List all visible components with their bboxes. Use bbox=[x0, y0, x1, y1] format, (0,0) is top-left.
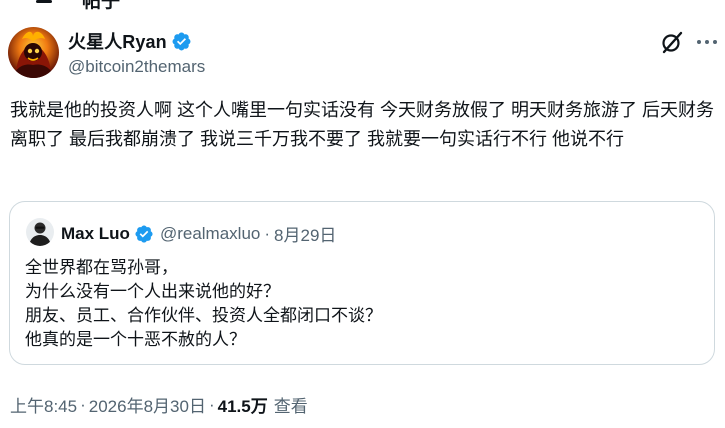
meta-separator: · bbox=[208, 394, 215, 414]
page-header: 帖子 bbox=[0, 0, 725, 12]
quote-text-line: 他真的是一个十恶不赦的人？ bbox=[25, 330, 246, 349]
quote-separator: · bbox=[264, 223, 271, 243]
views-label: 查看 bbox=[273, 397, 308, 416]
tweet-time[interactable]: 上午8:45 bbox=[10, 392, 77, 417]
quote-verified-badge-icon bbox=[134, 224, 154, 244]
page-title: 帖子 bbox=[82, 0, 121, 12]
quote-text-line: 为什么没有一个人出来说他的好？ bbox=[25, 282, 280, 301]
author-display-name[interactable]: 火星人Ryan bbox=[68, 28, 167, 54]
tweet-meta: 上午8:45 · 2026年8月30日 · 41.5万 查看 bbox=[10, 392, 308, 417]
quote-text-line: 朋友、员工、合作伙伴、投资人全都闭口不谈？ bbox=[25, 306, 382, 325]
tweet-author: 火星人Ryan @bitcoin2themars bbox=[68, 29, 205, 77]
tweet-date[interactable]: 2026年8月30日 bbox=[89, 392, 206, 417]
quoted-tweet-card[interactable]: Max Luo @realmaxluo · 8月29日 全世界都在骂孙哥， 为什… bbox=[9, 201, 715, 365]
quote-text: 全世界都在骂孙哥， 为什么没有一个人出来说他的好？ 朋友、员工、合作伙伴、投资人… bbox=[25, 256, 695, 352]
more-options-icon[interactable] bbox=[694, 29, 720, 55]
quote-author-display-name[interactable]: Max Luo bbox=[61, 224, 130, 244]
meta-separator: · bbox=[80, 394, 86, 414]
quote-author-avatar[interactable] bbox=[26, 218, 54, 246]
tweet-text: 我就是他的投资人啊 这个人嘴里一句实话没有 今天财务放假了 明天财务旅游了 后天… bbox=[10, 100, 714, 149]
author-handle[interactable]: @bitcoin2themars bbox=[68, 57, 205, 77]
quote-date: 8月29日 bbox=[274, 226, 337, 245]
quote-header: Max Luo @realmaxluo · 8月29日 bbox=[61, 221, 336, 246]
quote-text-line: 全世界都在骂孙哥， bbox=[25, 258, 178, 277]
views-count: 41.5万 bbox=[217, 397, 268, 416]
verified-badge-icon[interactable] bbox=[171, 31, 192, 52]
grok-icon[interactable] bbox=[659, 29, 685, 55]
quote-author-handle: @realmaxluo bbox=[159, 223, 261, 243]
back-arrow-icon[interactable] bbox=[36, 0, 52, 3]
author-avatar[interactable] bbox=[8, 27, 59, 78]
